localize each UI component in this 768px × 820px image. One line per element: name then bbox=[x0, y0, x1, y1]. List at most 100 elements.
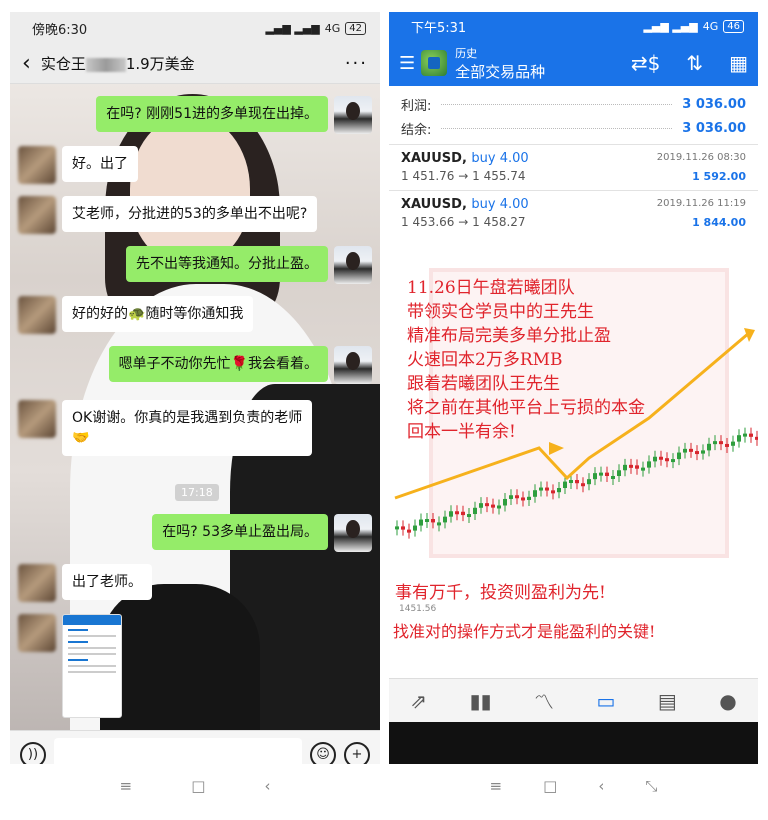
avatar[interactable] bbox=[18, 196, 56, 234]
candle bbox=[437, 522, 441, 526]
menu-icon[interactable]: ≡ bbox=[490, 777, 503, 795]
avatar[interactable] bbox=[334, 246, 372, 284]
menu-icon[interactable]: ☰ bbox=[399, 53, 415, 74]
battery-icon: 42 bbox=[345, 21, 366, 35]
avatar[interactable] bbox=[334, 514, 372, 552]
candle bbox=[473, 507, 477, 515]
screenshot-thumbnail[interactable] bbox=[62, 614, 122, 718]
message-bubble[interactable]: 在吗? 53多单止盈出局。 bbox=[152, 514, 328, 550]
chat-title: 实仓王 1.9万美金 bbox=[40, 55, 195, 73]
candle bbox=[479, 503, 483, 508]
avatar[interactable] bbox=[18, 400, 56, 438]
history-tab-icon[interactable]: ▭ bbox=[596, 689, 615, 713]
quotes-tab-icon[interactable]: ⇗ bbox=[410, 689, 427, 713]
message-received: 好的好的🐢随时等你通知我 bbox=[18, 296, 254, 334]
slogan: 事有万千，投资则盈利为先! bbox=[395, 583, 606, 603]
message-sent: 在吗? 53多单止盈出局。 bbox=[152, 514, 372, 552]
candle bbox=[689, 448, 693, 452]
status-bar: 傍晚6:30 ▂▄▆ ▂▄▆ 4G 42 bbox=[10, 12, 380, 44]
messages-tab-icon[interactable]: ● bbox=[719, 689, 736, 713]
message-bubble[interactable]: 出了老师。 bbox=[62, 564, 152, 600]
message-bubble[interactable]: 艾老师，分批进的53的多单出不出呢? bbox=[62, 196, 318, 232]
back-icon[interactable]: ‹ bbox=[22, 51, 31, 76]
profit-row: 利润: 3 036.00 bbox=[401, 96, 746, 114]
candle bbox=[635, 465, 639, 469]
account-summary: 利润: 3 036.00 结余: 3 036.00 bbox=[389, 86, 758, 144]
chat-area[interactable]: 在吗? 刚刚51进的多单现在出掉。 好。出了 艾老师，分批进的53的多单出不出呢… bbox=[10, 84, 380, 730]
rotate-icon[interactable]: ⤡ bbox=[645, 777, 657, 795]
blurred-name bbox=[85, 57, 126, 72]
candle bbox=[467, 514, 471, 518]
status-time: 下午5:31 bbox=[411, 20, 467, 36]
home-icon[interactable]: □ bbox=[543, 777, 557, 795]
candle bbox=[587, 479, 591, 485]
avatar[interactable] bbox=[18, 146, 56, 184]
candle bbox=[719, 441, 723, 445]
candle bbox=[743, 433, 747, 437]
candle bbox=[593, 473, 597, 480]
candle bbox=[521, 497, 525, 501]
trade-row[interactable]: XAUUSD, buy 4.00 1 451.76 → 1 455.74 201… bbox=[389, 144, 758, 190]
system-nav-bar: ≡ □ ‹ ⤡ bbox=[389, 764, 758, 808]
candle bbox=[575, 480, 579, 484]
back-icon[interactable]: ‹ bbox=[598, 777, 604, 795]
app-tab-bar: ⇗ ▮▮ 〽 ▭ ▤ ● bbox=[389, 678, 758, 722]
candle bbox=[515, 495, 519, 499]
candle bbox=[425, 519, 429, 523]
trade-tab-icon[interactable]: 〽 bbox=[534, 686, 554, 715]
candle bbox=[449, 511, 453, 517]
avatar[interactable] bbox=[18, 564, 56, 602]
avatar[interactable] bbox=[334, 96, 372, 134]
back-icon[interactable]: ‹ bbox=[264, 777, 270, 795]
news-tab-icon[interactable]: ▤ bbox=[658, 689, 677, 713]
message-bubble[interactable]: 好。出了 bbox=[62, 146, 138, 182]
avatar[interactable] bbox=[334, 346, 372, 384]
candle bbox=[695, 451, 699, 455]
candle bbox=[569, 480, 573, 484]
candle bbox=[701, 450, 705, 454]
app-title[interactable]: 全部交易品种 bbox=[455, 61, 545, 82]
message-received: 艾老师，分批进的53的多单出不出呢? bbox=[18, 196, 318, 234]
avatar[interactable] bbox=[18, 296, 56, 334]
candle bbox=[581, 483, 585, 487]
sort-icon[interactable]: ⇅ bbox=[686, 51, 703, 75]
message-bubble[interactable]: 好的好的🐢随时等你通知我 bbox=[62, 296, 254, 332]
candle bbox=[431, 519, 435, 523]
candle bbox=[401, 526, 405, 530]
calendar-icon[interactable]: ▦ bbox=[729, 51, 748, 75]
candle bbox=[533, 490, 537, 497]
message-bubble[interactable]: 嗯单子不动你先忙🌹我会看着。 bbox=[108, 346, 328, 382]
candle bbox=[491, 504, 495, 508]
slogan: 找准对的操作方式才是能盈利的关键! bbox=[393, 622, 656, 641]
candle bbox=[725, 443, 729, 447]
candle bbox=[677, 452, 681, 460]
candle bbox=[731, 441, 735, 446]
candle bbox=[443, 516, 447, 523]
message-bubble[interactable]: 在吗? 刚刚51进的多单现在出掉。 bbox=[96, 96, 328, 132]
more-icon[interactable]: ··· bbox=[345, 53, 368, 74]
profit-value: 3 036.00 bbox=[682, 96, 746, 112]
candle bbox=[713, 441, 717, 445]
home-icon[interactable]: □ bbox=[191, 777, 205, 795]
candle bbox=[707, 443, 711, 451]
promo-text: 11.26日午盘若曦团队 带领实仓学员中的王先生 精准布局完美多单分批止盈 火速… bbox=[407, 278, 645, 442]
candle bbox=[671, 459, 675, 463]
candle bbox=[485, 503, 489, 507]
currency-exchange-icon[interactable]: ⇄$ bbox=[631, 51, 660, 75]
message-bubble[interactable]: 先不出等我通知。分批止盈。 bbox=[126, 246, 328, 282]
chat-header: ‹ 实仓王 1.9万美金 ··· bbox=[10, 44, 380, 84]
menu-icon[interactable]: ≡ bbox=[120, 777, 133, 795]
candle bbox=[755, 436, 758, 440]
message-bubble[interactable]: OK谢谢。你真的是我遇到负责的老师 🤝 bbox=[62, 400, 313, 456]
rose-emoji-icon: 🌹 bbox=[230, 356, 248, 372]
status-bar: 下午5:31 ▂▄▆ ▂▄▆ 4G 46 bbox=[389, 12, 758, 40]
candle bbox=[737, 435, 741, 442]
balance-value: 3 036.00 bbox=[682, 120, 746, 136]
network-label: 4G bbox=[324, 21, 341, 35]
trade-row[interactable]: XAUUSD, buy 4.00 1 453.66 → 1 458.27 201… bbox=[389, 190, 758, 236]
avatar[interactable] bbox=[18, 614, 56, 652]
message-sent: 在吗? 刚刚51进的多单现在出掉。 bbox=[96, 96, 372, 134]
signal-icon: ▂▄▆ ▂▄▆ bbox=[643, 19, 698, 33]
candle bbox=[545, 487, 549, 491]
chart-tab-icon[interactable]: ▮▮ bbox=[469, 689, 491, 713]
